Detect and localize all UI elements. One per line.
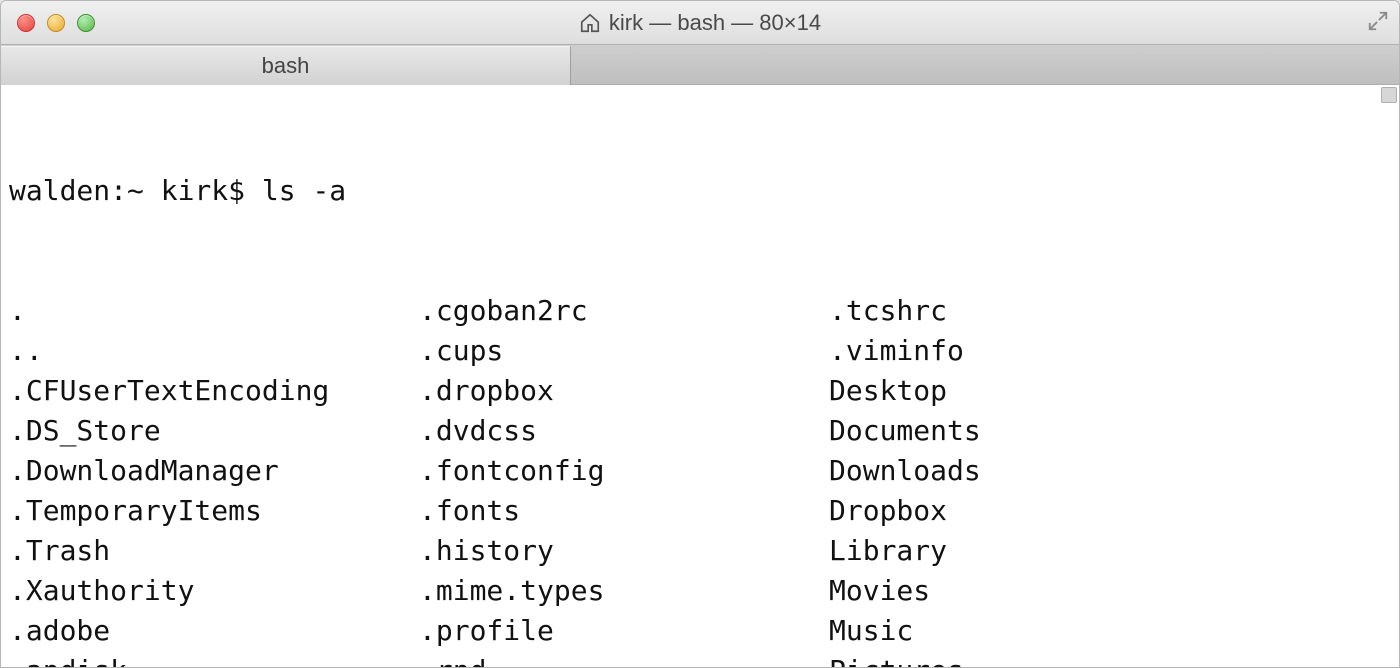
file-entry: Library xyxy=(829,531,1239,571)
window-controls xyxy=(17,14,95,32)
file-entry: Desktop xyxy=(829,371,1239,411)
ls-column-3: .tcshrc.viminfoDesktopDocumentsDownloads… xyxy=(829,291,1239,668)
file-entry: .TemporaryItems xyxy=(9,491,419,531)
file-entry: .mime.types xyxy=(419,571,829,611)
shell-prompt: walden:~ kirk$ xyxy=(9,174,245,207)
command-line: walden:~ kirk$ ls -a xyxy=(9,171,1375,211)
file-entry: .rnd xyxy=(419,651,829,668)
file-entry: Pictures xyxy=(829,651,1239,668)
home-icon xyxy=(579,12,601,34)
file-entry: .cgoban2rc xyxy=(419,291,829,331)
file-entry: .DS_Store xyxy=(9,411,419,451)
file-entry: .fontconfig xyxy=(419,451,829,491)
minimize-button[interactable] xyxy=(47,14,65,32)
tab-bar: bash xyxy=(1,45,1399,85)
file-entry: .DownloadManager xyxy=(9,451,419,491)
file-entry: .cups xyxy=(419,331,829,371)
file-entry: .Xauthority xyxy=(9,571,419,611)
fullscreen-icon[interactable] xyxy=(1367,10,1389,36)
window-title: kirk — bash — 80×14 xyxy=(1,10,1399,36)
file-entry: .adobe xyxy=(9,611,419,651)
command-text: ls -a xyxy=(262,174,346,207)
file-entry: Music xyxy=(829,611,1239,651)
terminal-output: walden:~ kirk$ ls -a ....CFUserTextEncod… xyxy=(9,91,1375,667)
file-entry: Documents xyxy=(829,411,1239,451)
file-entry: .dropbox xyxy=(419,371,829,411)
terminal-window: kirk — bash — 80×14 bash walden:~ kirk$ … xyxy=(0,0,1400,668)
scroll-indicator[interactable] xyxy=(1381,87,1397,103)
file-entry: .apdisk xyxy=(9,651,419,668)
file-entry: Dropbox xyxy=(829,491,1239,531)
file-entry: .profile xyxy=(419,611,829,651)
tab-label: bash xyxy=(262,53,310,79)
window-title-text: kirk — bash — 80×14 xyxy=(609,10,821,36)
ls-column-1: ....CFUserTextEncoding.DS_Store.Download… xyxy=(9,291,419,668)
terminal-viewport[interactable]: walden:~ kirk$ ls -a ....CFUserTextEncod… xyxy=(1,85,1399,667)
window-titlebar: kirk — bash — 80×14 xyxy=(1,1,1399,45)
file-entry: Downloads xyxy=(829,451,1239,491)
file-entry: Movies xyxy=(829,571,1239,611)
file-entry: .history xyxy=(419,531,829,571)
file-entry: .. xyxy=(9,331,419,371)
file-entry: .Trash xyxy=(9,531,419,571)
file-entry: .fonts xyxy=(419,491,829,531)
ls-output: ....CFUserTextEncoding.DS_Store.Download… xyxy=(9,291,1375,668)
tab-bash[interactable]: bash xyxy=(1,46,571,85)
zoom-button[interactable] xyxy=(77,14,95,32)
file-entry: .dvdcss xyxy=(419,411,829,451)
close-button[interactable] xyxy=(17,14,35,32)
file-entry: . xyxy=(9,291,419,331)
ls-column-2: .cgoban2rc.cups.dropbox.dvdcss.fontconfi… xyxy=(419,291,829,668)
file-entry: .CFUserTextEncoding xyxy=(9,371,419,411)
file-entry: .tcshrc xyxy=(829,291,1239,331)
file-entry: .viminfo xyxy=(829,331,1239,371)
